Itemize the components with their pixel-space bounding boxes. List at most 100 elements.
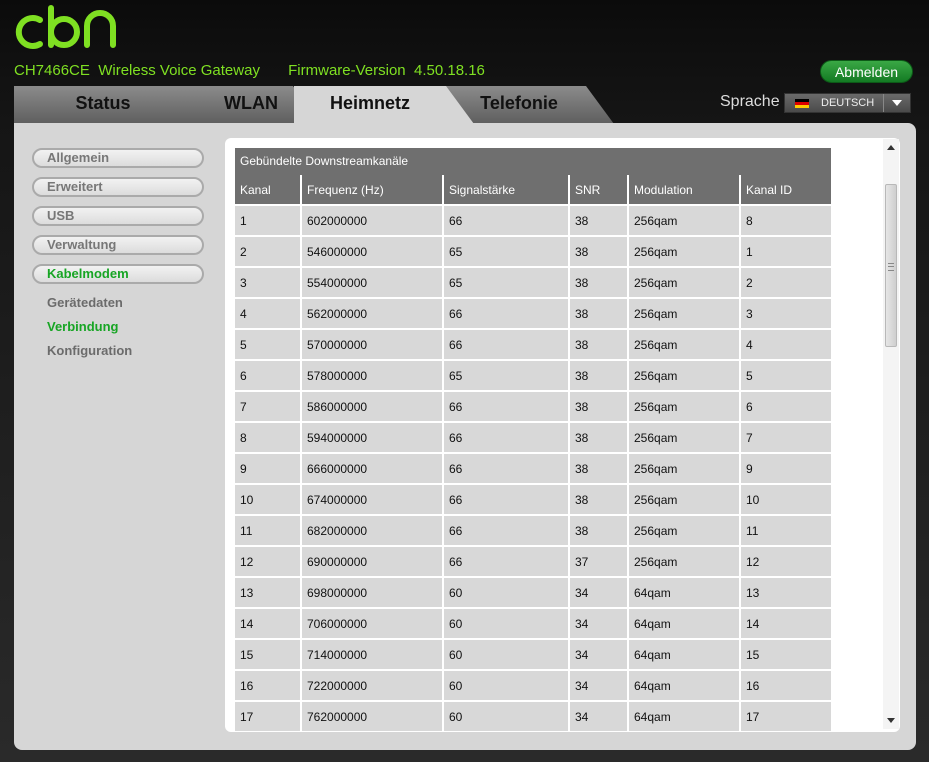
table-cell: 12 (740, 546, 831, 578)
table-cell: 38 (569, 515, 629, 547)
sidebar-item-allgemein[interactable]: Allgemein (32, 148, 204, 168)
dropdown-arrow-icon[interactable] (883, 94, 910, 112)
table-cell: 9 (235, 453, 302, 485)
table-cell: 1 (235, 205, 302, 237)
sidebar-item-kabelmodem[interactable]: Kabelmodem (32, 264, 204, 284)
table-cell: 38 (569, 453, 629, 485)
col-header: Kanal ID (740, 175, 831, 206)
table-cell: 64qam (628, 639, 741, 671)
firmware-label: Firmware-Version (288, 62, 406, 79)
table-cell: 66 (443, 422, 570, 454)
table-caption: Gebündelte Downstreamkanäle (235, 148, 831, 175)
table-cell: 690000000 (301, 546, 444, 578)
table-cell: 38 (569, 360, 629, 392)
product-name: Wireless Voice Gateway (98, 62, 260, 79)
table-cell: 37 (569, 546, 629, 578)
table-cell: 64qam (628, 701, 741, 732)
table-row: 8 594000000 66 38 256qam 7 (235, 422, 831, 454)
table-cell: 714000000 (301, 639, 444, 671)
table-row: 13 698000000 60 34 64qam 13 (235, 577, 831, 609)
table-cell: 256qam (628, 267, 741, 299)
table-cell: 10 (235, 484, 302, 516)
table-row: 12 690000000 66 37 256qam 12 (235, 546, 831, 578)
col-header: SNR (569, 175, 629, 206)
logout-button[interactable]: Abmelden (820, 60, 913, 83)
scroll-down-arrow-icon[interactable] (887, 718, 895, 723)
table-body: 1 602000000 66 38 256qam 8 2 546000000 65 38 256qa… (235, 205, 831, 732)
sidebar-item-erweitert[interactable]: Erweitert (32, 177, 204, 197)
content-area[interactable]: Gebündelte Downstreamkanäle Kanal Freque… (225, 138, 900, 732)
sidebar-item-verwaltung[interactable]: Verwaltung (32, 235, 204, 255)
table-cell: 64qam (628, 670, 741, 702)
table-cell: 546000000 (301, 236, 444, 268)
col-header: Kanal (235, 175, 302, 206)
col-header: Signalstärke (443, 175, 570, 206)
table-cell: 66 (443, 391, 570, 423)
scrollbar-thumb[interactable] (885, 184, 897, 347)
table-cell: 13 (235, 577, 302, 609)
subitem-verbindung[interactable]: Verbindung (32, 317, 207, 341)
table-cell: 15 (740, 639, 831, 671)
table-cell: 60 (443, 701, 570, 732)
subitem-konfiguration[interactable]: Konfiguration (32, 341, 207, 365)
table-cell: 64qam (628, 608, 741, 640)
table-row: 16 722000000 60 34 64qam 16 (235, 670, 831, 702)
table-cell: 34 (569, 701, 629, 732)
table-cell: 66 (443, 546, 570, 578)
table-cell: 7 (235, 391, 302, 423)
table-cell: 682000000 (301, 515, 444, 547)
sidebar-item-usb[interactable]: USB (32, 206, 204, 226)
main-tabs: Status WLAN Telefonie Heimnetz (14, 86, 634, 124)
table-cell: 256qam (628, 360, 741, 392)
language-selected: DEUTSCH (821, 97, 875, 109)
table-cell: 554000000 (301, 267, 444, 299)
table-cell: 17 (740, 701, 831, 732)
model-name: CH7466CE (14, 62, 90, 79)
table-cell: 2 (740, 267, 831, 299)
table-cell: 4 (740, 329, 831, 361)
table-cell: 722000000 (301, 670, 444, 702)
table-cell: 256qam (628, 298, 741, 330)
table-cell: 674000000 (301, 484, 444, 516)
table-cell: 66 (443, 453, 570, 485)
table-cell: 66 (443, 205, 570, 237)
table-cell: 66 (443, 515, 570, 547)
subitem-geraetedaten[interactable]: Gerätedaten (32, 293, 207, 317)
table-cell: 38 (569, 267, 629, 299)
main-panel: Allgemein Erweitert USB Verwaltung Kabel… (14, 123, 916, 750)
content-scrollbar[interactable] (883, 139, 899, 729)
table-cell: 762000000 (301, 701, 444, 732)
table-cell: 3 (235, 267, 302, 299)
table-cell: 8 (235, 422, 302, 454)
col-header: Modulation (628, 175, 741, 206)
table-cell: 5 (740, 360, 831, 392)
table-cell: 16 (235, 670, 302, 702)
table-cell: 66 (443, 298, 570, 330)
table-cell: 15 (235, 639, 302, 671)
scroll-up-arrow-icon[interactable] (887, 145, 895, 150)
language-select[interactable]: DEUTSCH (784, 93, 911, 113)
table-row: 4 562000000 66 38 256qam 3 (235, 298, 831, 330)
downstream-table: Kanal Frequenz (Hz) Signalstärke SNR Mod… (235, 175, 831, 732)
table-cell: 2 (235, 236, 302, 268)
table-row: 15 714000000 60 34 64qam 15 (235, 639, 831, 671)
table-cell: 14 (740, 608, 831, 640)
table-cell: 7 (740, 422, 831, 454)
table-cell: 38 (569, 298, 629, 330)
sidebar: Allgemein Erweitert USB Verwaltung Kabel… (32, 148, 207, 365)
table-cell: 578000000 (301, 360, 444, 392)
table-cell: 6 (740, 391, 831, 423)
table-cell: 38 (569, 422, 629, 454)
table-cell: 66 (443, 329, 570, 361)
table-cell: 65 (443, 236, 570, 268)
table-cell: 602000000 (301, 205, 444, 237)
table-cell: 17 (235, 701, 302, 732)
table-row: 10 674000000 66 38 256qam 10 (235, 484, 831, 516)
tab-heimnetz[interactable]: Heimnetz (294, 86, 474, 124)
device-info: CH7466CE Wireless Voice Gateway Firmware… (14, 62, 485, 79)
table-cell: 256qam (628, 329, 741, 361)
table-cell: 64qam (628, 577, 741, 609)
table-cell: 256qam (628, 205, 741, 237)
table-cell: 60 (443, 670, 570, 702)
table-cell: 60 (443, 608, 570, 640)
